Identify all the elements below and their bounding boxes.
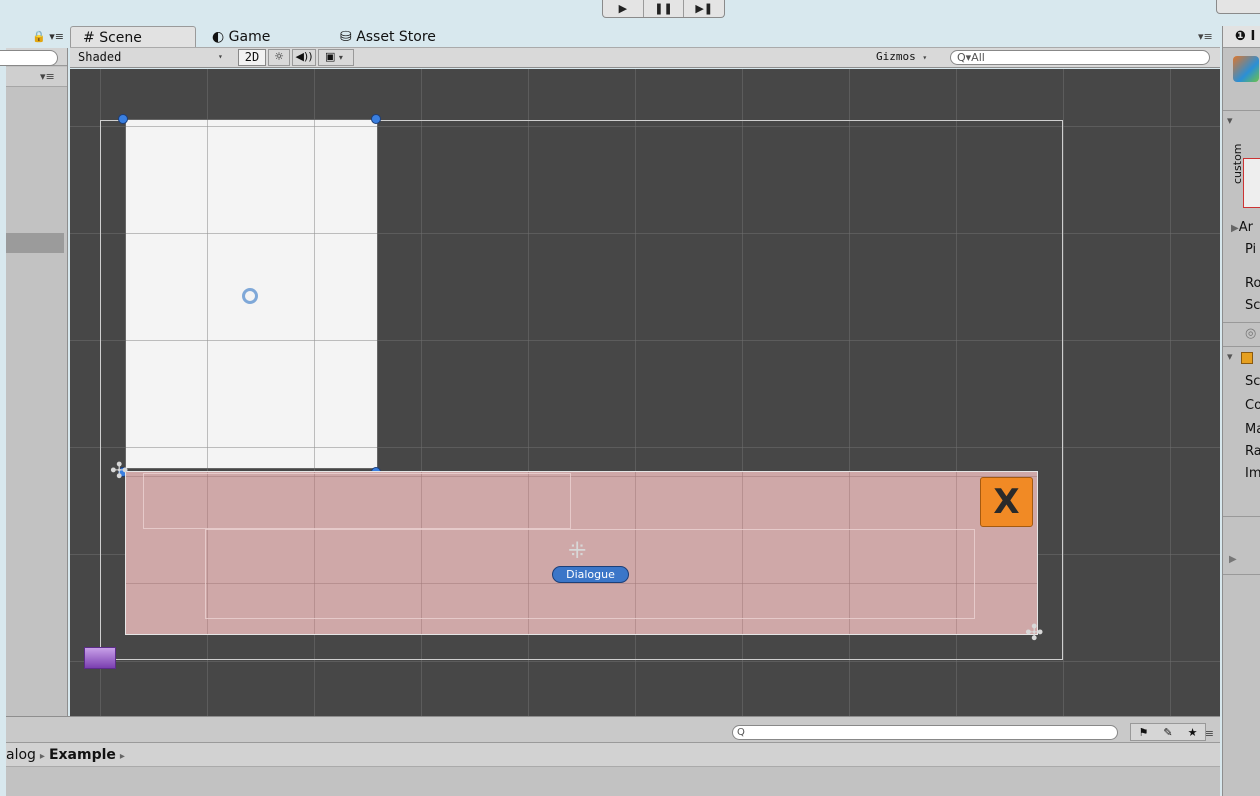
inspector-row-label: Ar — [1238, 220, 1253, 235]
inspector-row: Sc — [1245, 374, 1260, 389]
2d-toggle-button[interactable]: 2D — [238, 49, 266, 66]
breadcrumb-current[interactable]: Example — [49, 747, 116, 763]
foldout-icon: ▶ — [1231, 223, 1239, 234]
breadcrumb-parent[interactable]: alog — [6, 747, 36, 763]
pause-button[interactable]: ❚❚ — [644, 0, 685, 17]
scene-icon: # — [83, 30, 95, 46]
scene-search-input[interactable]: Q▾All — [950, 50, 1210, 65]
hierarchy-panel: 🔒 ▾≡ ▾≡ — [0, 26, 68, 716]
anchor-icon[interactable]: ✣ — [110, 459, 128, 484]
breadcrumb: alog ▸ Example ▸ — [6, 743, 1220, 767]
tab-game-label: Game — [228, 29, 271, 45]
breadcrumb-separator-icon: ▸ — [119, 751, 125, 762]
tab-inspector-label: I — [1250, 29, 1256, 44]
tab-game[interactable]: ◐ Game — [200, 26, 324, 47]
chevron-down-icon: ▾ — [338, 53, 343, 62]
play-controls: ▶ ❚❚ ▶❚ — [602, 0, 725, 18]
hierarchy-header: 🔒 ▾≡ — [6, 26, 68, 48]
anchor-icon[interactable]: ✣ — [1025, 621, 1043, 646]
inspector-row: Co — [1245, 398, 1260, 413]
tab-scene[interactable]: # Scene — [70, 26, 196, 47]
inspector-row: Ro — [1245, 276, 1260, 291]
speaker-icon: ◀)) — [295, 50, 313, 63]
inspector-row: Ma — [1245, 422, 1260, 437]
hierarchy-menu-icon[interactable]: ▾≡ — [40, 70, 55, 83]
anchor-preset-button[interactable] — [1243, 158, 1260, 208]
effects-dropdown[interactable]: ▣ ▾ — [318, 49, 354, 66]
dialogue-object-label[interactable]: Dialogue — [552, 566, 629, 583]
divider — [1223, 574, 1260, 575]
step-button[interactable]: ▶❚ — [684, 0, 724, 17]
inspector-row: Pi — [1245, 242, 1257, 257]
lighting-toggle-button[interactable]: ☼ — [268, 49, 290, 66]
divider — [1223, 110, 1260, 111]
divider — [1223, 322, 1260, 323]
filter-type-icon[interactable]: ⚑ — [1139, 726, 1149, 739]
hierarchy-subheader: ▾≡ — [6, 67, 67, 87]
breadcrumb-separator-icon: ▸ — [39, 751, 45, 762]
gizmos-label: Gizmos — [876, 50, 916, 63]
hierarchy-selected-row[interactable] — [6, 233, 64, 253]
tab-asset-store-label: Asset Store — [356, 29, 436, 45]
inspector-row: Im — [1245, 466, 1260, 481]
scene-view[interactable]: X ⁜ Dialogue ✣ ✣ — [70, 69, 1220, 716]
game-icon: ◐ — [212, 29, 225, 45]
divider — [1223, 346, 1260, 347]
filter-label-icon[interactable]: ✎ — [1163, 726, 1172, 739]
close-button[interactable]: X — [980, 477, 1033, 527]
image-gizmo-icon — [84, 647, 116, 669]
resize-handle-top-right[interactable] — [371, 114, 381, 124]
info-icon: ❶ — [1235, 29, 1247, 44]
hierarchy-search-bar — [0, 48, 67, 66]
image-icon: ▣ — [325, 50, 336, 63]
tab-menu-icon[interactable]: ▾≡ — [1198, 30, 1213, 43]
gameobject-cube-icon — [1233, 56, 1259, 82]
layers-button[interactable] — [1216, 0, 1260, 14]
anchor-icon: ⁜ — [568, 539, 587, 564]
divider — [1223, 516, 1260, 517]
inspector-row: Sc — [1245, 298, 1260, 313]
project-search-input[interactable]: Q — [732, 725, 1118, 740]
audio-toggle-button[interactable]: ◀)) — [292, 49, 316, 66]
text-area-rect — [143, 473, 571, 529]
shading-mode-value: Shaded — [78, 50, 122, 64]
project-header: 🔒 ▾≡ Q ⚑ ✎ ★ — [6, 717, 1220, 743]
scene-toolbar: Shaded ▾ 2D ☼ ◀)) ▣ ▾ Gizmos ▾ Q▾All — [70, 47, 1220, 68]
inspector-row: Ra — [1245, 444, 1260, 459]
inspector-panel: ❶ I ▾ custom ▶Ar Pi Ro Sc ◎ ▾ Sc Co Ma R… — [1222, 26, 1260, 796]
favorites-star-icon[interactable]: ★ — [1188, 726, 1198, 739]
lock-menu-icon[interactable]: 🔒 ▾≡ — [32, 30, 64, 43]
foldout-icon[interactable]: ▾ — [1227, 114, 1233, 127]
tab-inspector[interactable]: ❶ I — [1223, 26, 1260, 48]
project-panel: 🔒 ▾≡ Q ⚑ ✎ ★ alog▸Example▸ — [6, 716, 1220, 796]
play-button[interactable]: ▶ — [603, 0, 644, 17]
chevron-down-icon: ▾ — [922, 53, 928, 62]
component-icon: ◎ — [1245, 326, 1257, 341]
project-filter-buttons: ⚑ ✎ ★ — [1130, 723, 1206, 741]
gizmos-dropdown[interactable]: Gizmos ▾ — [876, 50, 927, 63]
hierarchy-search-input[interactable] — [0, 50, 58, 66]
foldout-icon[interactable]: ▶ — [1229, 554, 1237, 565]
image-component-icon — [1241, 352, 1253, 364]
inspector-row[interactable]: ▶Ar — [1231, 220, 1253, 235]
resize-handle-top-left[interactable] — [118, 114, 128, 124]
foldout-icon[interactable]: ▾ — [1227, 350, 1233, 363]
pivot-icon[interactable] — [242, 288, 258, 304]
sun-icon: ☼ — [274, 50, 284, 63]
chevron-down-icon: ▾ — [218, 52, 223, 61]
tab-asset-store[interactable]: ⛁ Asset Store — [328, 26, 478, 47]
shading-mode-dropdown[interactable]: Shaded ▾ — [78, 50, 228, 65]
tab-scene-label: Scene — [99, 30, 142, 46]
asset-store-icon: ⛁ — [340, 29, 352, 45]
